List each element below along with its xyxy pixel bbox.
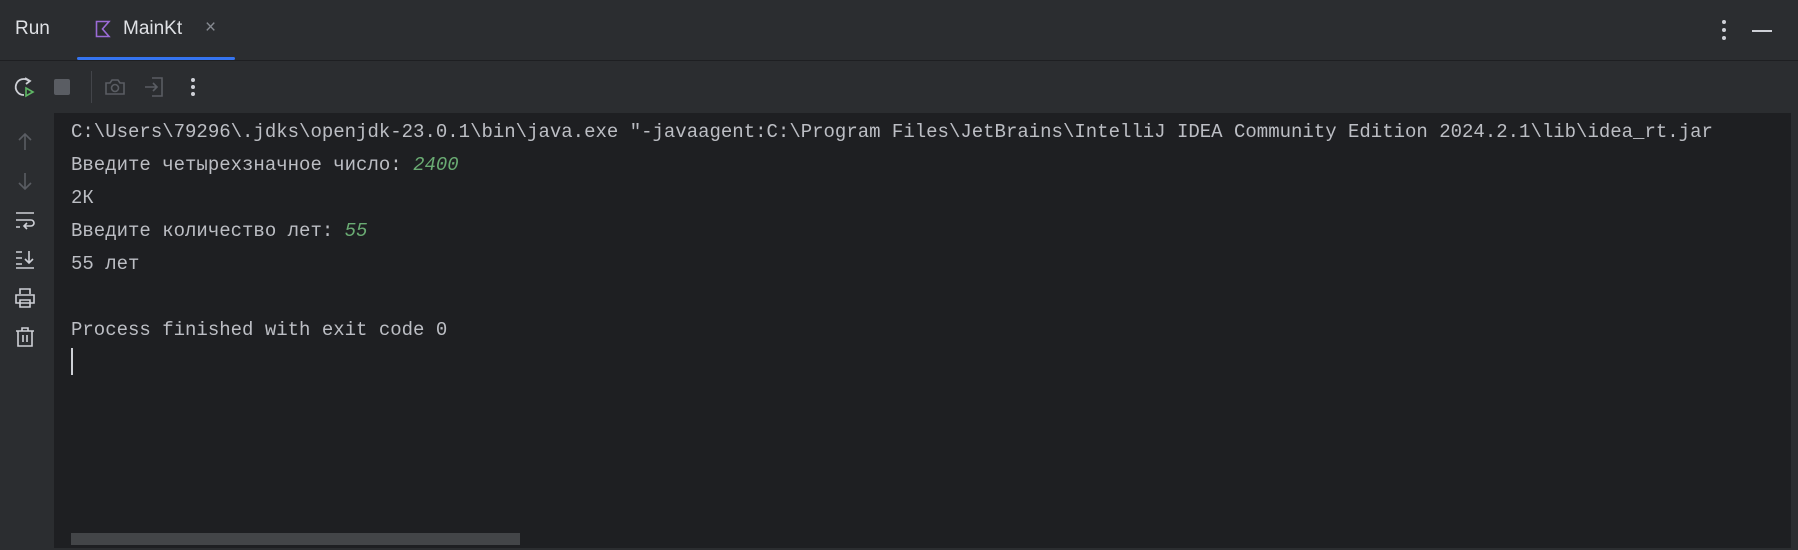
console-output[interactable]: C:\Users\79296\.jdks\openjdk-23.0.1\bin\… — [54, 113, 1791, 548]
stop-icon[interactable] — [50, 75, 74, 99]
console-sidebar — [0, 113, 54, 548]
console-line-command: C:\Users\79296\.jdks\openjdk-23.0.1\bin\… — [71, 120, 1713, 144]
print-icon[interactable] — [13, 286, 37, 310]
console-text: C:\Users\79296\.jdks\openjdk-23.0.1\bin\… — [71, 121, 1713, 143]
console-text: Process finished with exit code 0 — [71, 319, 448, 341]
minimize-icon[interactable] — [1752, 30, 1772, 32]
run-tool-window-header: Run MainKt × — [0, 0, 1798, 61]
console-line: 55 лет — [71, 252, 139, 276]
more-vertical-icon[interactable] — [181, 75, 205, 99]
console-line: Введите четырехзначное число: 2400 — [71, 153, 459, 177]
arrow-up-icon[interactable] — [13, 130, 37, 154]
more-vertical-icon[interactable] — [1716, 16, 1732, 44]
run-toolbar — [0, 61, 1798, 113]
console-line-exit: Process finished with exit code 0 — [71, 318, 447, 342]
text-cursor — [71, 348, 73, 375]
horizontal-scrollbar[interactable] — [71, 533, 520, 545]
scroll-to-end-icon[interactable] — [13, 247, 37, 271]
active-tab-indicator — [77, 57, 235, 60]
console-line: 2К — [71, 186, 94, 210]
attach-debugger-icon[interactable] — [142, 75, 166, 99]
user-input-text: 2400 — [413, 154, 459, 176]
rerun-icon[interactable] — [12, 75, 36, 99]
soft-wrap-icon[interactable] — [13, 208, 37, 232]
tab-mainkt[interactable]: MainKt × — [77, 0, 235, 60]
console-text: Введите четырехзначное число: — [71, 154, 414, 176]
trash-icon[interactable] — [13, 325, 37, 349]
arrow-down-icon[interactable] — [13, 169, 37, 193]
tab-label: MainKt — [123, 18, 183, 39]
close-icon[interactable]: × — [205, 17, 216, 39]
console-text: 55 лет — [71, 253, 140, 275]
kotlin-file-icon — [95, 20, 111, 38]
screenshot-icon[interactable] — [103, 75, 127, 99]
console-text: Введите количество лет: — [71, 220, 345, 242]
toolbar-separator — [91, 71, 92, 103]
run-title: Run — [15, 18, 50, 39]
right-border — [1791, 113, 1798, 548]
console-line: Введите количество лет: 55 — [71, 219, 367, 243]
console-text: 2К — [71, 187, 94, 209]
user-input-text: 55 — [344, 220, 368, 242]
